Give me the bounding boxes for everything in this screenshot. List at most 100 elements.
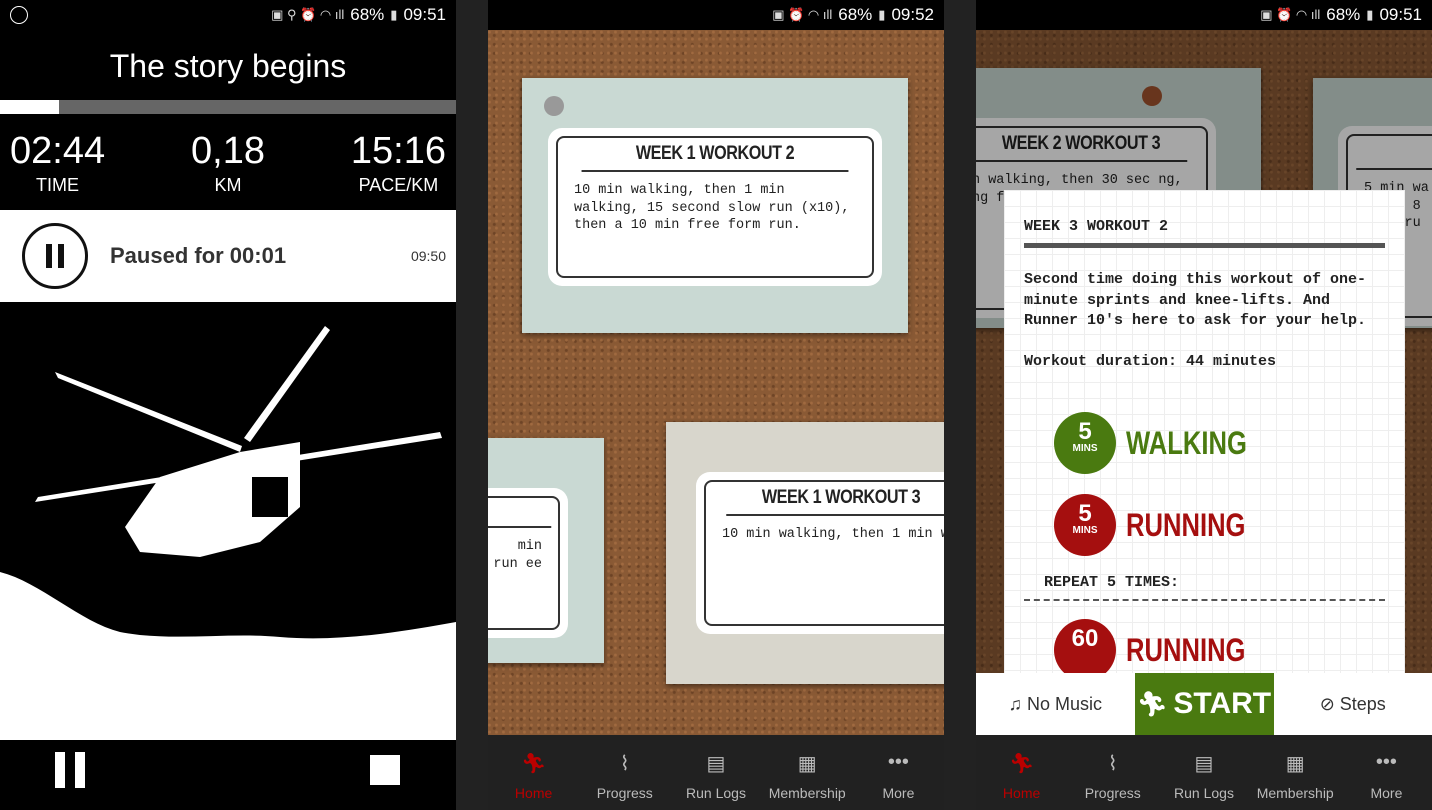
stat-value: 0,18	[191, 130, 265, 172]
nav-progress[interactable]: ⌇ Progress	[579, 735, 670, 810]
bottom-nav: 🏃︎ Home ⌇ Progress ▤ Run Logs ▦ Membership •…	[976, 735, 1432, 810]
pause-control-button[interactable]	[55, 752, 85, 788]
workout-note[interactable]: min run ee	[488, 438, 604, 663]
nav-label: More	[1370, 785, 1403, 801]
segment-walking: 5 MINS WALKING	[1054, 412, 1385, 474]
repeat-label: REPEAT 5 TIMES:	[1044, 574, 1180, 591]
stat-time: 02:44 TIME	[10, 114, 105, 210]
nav-membership[interactable]: ▦ Membership	[762, 735, 853, 810]
steps-button[interactable]: ⊘ Steps	[1274, 694, 1432, 715]
workout-description: Second time doing this workout of one-mi…	[1024, 271, 1367, 329]
paused-time: 09:50	[410, 248, 446, 264]
clock: 09:51	[403, 5, 446, 24]
nav-label: Home	[514, 785, 553, 801]
stop-button[interactable]	[370, 755, 400, 785]
stat-distance: 0,18 KM	[191, 114, 265, 210]
segment-value: 5	[1078, 500, 1092, 527]
nav-progress[interactable]: ⌇ Progress	[1067, 735, 1158, 810]
segment-label: RUNNING	[1126, 506, 1246, 543]
app-icon	[10, 6, 28, 24]
stat-value: 15:16	[350, 130, 446, 172]
clock: 09:52	[891, 5, 934, 24]
status-bar: ▣ ⏰ ◠ ıll 68% ▮ 09:52	[488, 0, 944, 30]
nav-run-logs[interactable]: ▤ Run Logs	[1158, 735, 1249, 810]
nav-home[interactable]: 🏃︎ Home	[976, 735, 1067, 810]
paused-row: Paused for 00:01 09:50	[0, 210, 456, 302]
battery-icon: ▮	[390, 7, 398, 22]
stat-pace: 15:16 PACE/KM	[351, 114, 446, 210]
segment-badge: 5 MINS	[1054, 412, 1116, 474]
pin-icon	[544, 96, 564, 116]
nav-label: Run Logs	[1174, 785, 1234, 801]
music-button[interactable]: ♫ No Music	[976, 694, 1135, 715]
divider	[1024, 243, 1385, 248]
workout-board-screen: ▣ ⏰ ◠ ıll 68% ▮ 09:52 WEEK 1 WORKOUT 2 1…	[488, 0, 944, 810]
start-button[interactable]: 🏃︎ START	[1134, 673, 1274, 735]
music-note-icon: ♫	[1008, 693, 1027, 714]
bottom-nav: 🏃︎ Home ⌇ Progress ▤ Run Logs ▦ Membership •…	[488, 735, 944, 810]
card-body: 10 min walking, then 1 min walking, 15 s…	[722, 527, 944, 542]
run-stats: 02:44 TIME 0,18 KM 15:16 PACE/KM	[0, 114, 456, 210]
battery-percent: 68%	[838, 5, 873, 24]
cork-board: WEEK 1 WORKOUT 2 10 min walking, then 1 …	[488, 30, 944, 735]
nav-more[interactable]: ••• More	[1341, 735, 1432, 810]
card-title: WEEK 1 WORKOUT 3	[726, 482, 944, 516]
segment-unit: MINS	[1072, 443, 1098, 454]
mission-progress-bar	[0, 100, 456, 114]
nav-membership[interactable]: ▦ Membership	[1250, 735, 1341, 810]
stat-label: KM	[214, 175, 242, 195]
segment-next: 60 RUNNING	[1054, 619, 1385, 673]
segment-value: 60	[1071, 625, 1099, 652]
nav-home[interactable]: 🏃︎ Home	[488, 735, 579, 810]
workout-note[interactable]: WEEK 1 WORKOUT 2 10 min walking, then 1 …	[522, 78, 908, 333]
start-label: START	[1173, 687, 1272, 720]
paused-text: Paused for 00:01	[110, 243, 287, 268]
music-label: No Music	[1027, 693, 1103, 714]
more-icon: •••	[1375, 751, 1397, 773]
id-card-icon: ▦	[1285, 753, 1305, 775]
nav-more[interactable]: ••• More	[853, 735, 944, 810]
alarm-icon: ▣ ⏰ ◠ ıll	[772, 7, 833, 22]
segment-label: WALKING	[1126, 424, 1247, 461]
card-title: WEEK 1 WORKOUT 2	[581, 138, 849, 172]
card-body: min run ee	[493, 539, 542, 572]
workout-card[interactable]: WEEK 1 WORKOUT 3 10 min walking, then 1 …	[696, 472, 944, 634]
helicopter-illustration	[0, 302, 456, 740]
runner-icon: 🏃︎	[520, 753, 547, 775]
chart-icon: ⌇	[619, 753, 630, 775]
workout-duration: Workout duration: 44 minutes	[1024, 352, 1277, 370]
segment-badge: 60	[1054, 619, 1116, 673]
steps-label: Steps	[1339, 693, 1386, 714]
nav-run-logs[interactable]: ▤ Run Logs	[670, 735, 761, 810]
archive-icon: ▤	[1194, 753, 1214, 775]
alarm-icon: ▣ ⏰ ◠ ıll	[1260, 7, 1321, 22]
workout-card[interactable]: min run ee	[488, 488, 568, 638]
battery-percent: 68%	[350, 5, 385, 24]
archive-icon: ▤	[706, 753, 726, 775]
dashed-divider	[1024, 599, 1385, 601]
segment-value: 5	[1078, 418, 1092, 445]
card-body: 10 min walking, then 1 min walking, 15 s…	[574, 183, 850, 233]
workout-card[interactable]: WEEK 1 WORKOUT 2 10 min walking, then 1 …	[548, 128, 882, 286]
battery-percent: 68%	[1326, 5, 1361, 24]
workout-detail-card: WEEK 3 WORKOUT 2 Second time doing this …	[1004, 190, 1405, 673]
pause-button[interactable]	[22, 223, 88, 289]
nav-label: Run Logs	[686, 785, 746, 801]
stat-label: TIME	[36, 175, 80, 195]
workout-note[interactable]: WEEK 1 WORKOUT 3 10 min walking, then 1 …	[666, 422, 944, 684]
nav-label: Membership	[1256, 785, 1334, 801]
run-screen: ▣ ⚲ ⏰ ◠ ıll 68% ▮ 09:51 The story begins…	[0, 0, 456, 810]
segment-running: 5 MINS RUNNING	[1054, 494, 1385, 556]
runner-icon: 🏃︎	[1136, 690, 1168, 718]
nav-label: Progress	[596, 785, 653, 801]
segment-label: RUNNING	[1126, 631, 1246, 668]
status-bar: ▣ ⏰ ◠ ıll 68% ▮ 09:51	[976, 0, 1432, 30]
nav-label: Progress	[1084, 785, 1141, 801]
mission-title: The story begins	[109, 48, 347, 84]
stat-label: PACE/KM	[358, 175, 439, 195]
id-card-icon: ▦	[797, 753, 817, 775]
nav-label: More	[882, 785, 915, 801]
nav-label: Home	[1002, 785, 1041, 801]
segment-badge: 5 MINS	[1054, 494, 1116, 556]
workout-detail-screen: ▣ ⏰ ◠ ıll 68% ▮ 09:51 WEEK 2 WORKOUT 3 n…	[976, 0, 1432, 810]
